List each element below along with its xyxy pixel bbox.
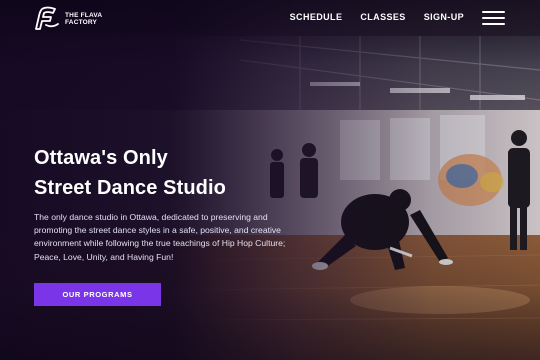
- hero-description: The only dance studio in Ottawa, dedicat…: [34, 212, 286, 262]
- site-header: THE FLAVA FACTORY SCHEDULE CLASSES SIGN-…: [0, 0, 540, 36]
- flava-factory-logo-icon: [35, 6, 59, 30]
- nav-item-schedule[interactable]: SCHEDULE: [290, 12, 343, 22]
- menu-line: [482, 17, 505, 19]
- main-nav: SCHEDULE CLASSES SIGN-UP: [290, 12, 464, 22]
- hero-content: Ottawa's Only Street Dance Studio The on…: [34, 143, 294, 264]
- menu-line: [482, 23, 505, 25]
- nav-item-sign-up[interactable]: SIGN-UP: [424, 12, 464, 22]
- hero-title: Ottawa's Only Street Dance Studio: [34, 143, 294, 203]
- hamburger-menu-icon[interactable]: [482, 11, 505, 25]
- hero-title-line1: Ottawa's Only: [34, 147, 168, 169]
- brand-logo[interactable]: THE FLAVA FACTORY: [33, 6, 102, 32]
- brand-name-line1: THE FLAVA: [65, 12, 103, 19]
- menu-line: [482, 11, 505, 13]
- nav-item-classes[interactable]: CLASSES: [360, 12, 405, 22]
- hero-title-line2: Street Dance Studio: [34, 177, 226, 199]
- brand-name: THE FLAVA FACTORY: [65, 12, 102, 26]
- our-programs-button[interactable]: OUR PROGRAMS: [34, 283, 161, 306]
- brand-name-line2: FACTORY: [65, 19, 98, 26]
